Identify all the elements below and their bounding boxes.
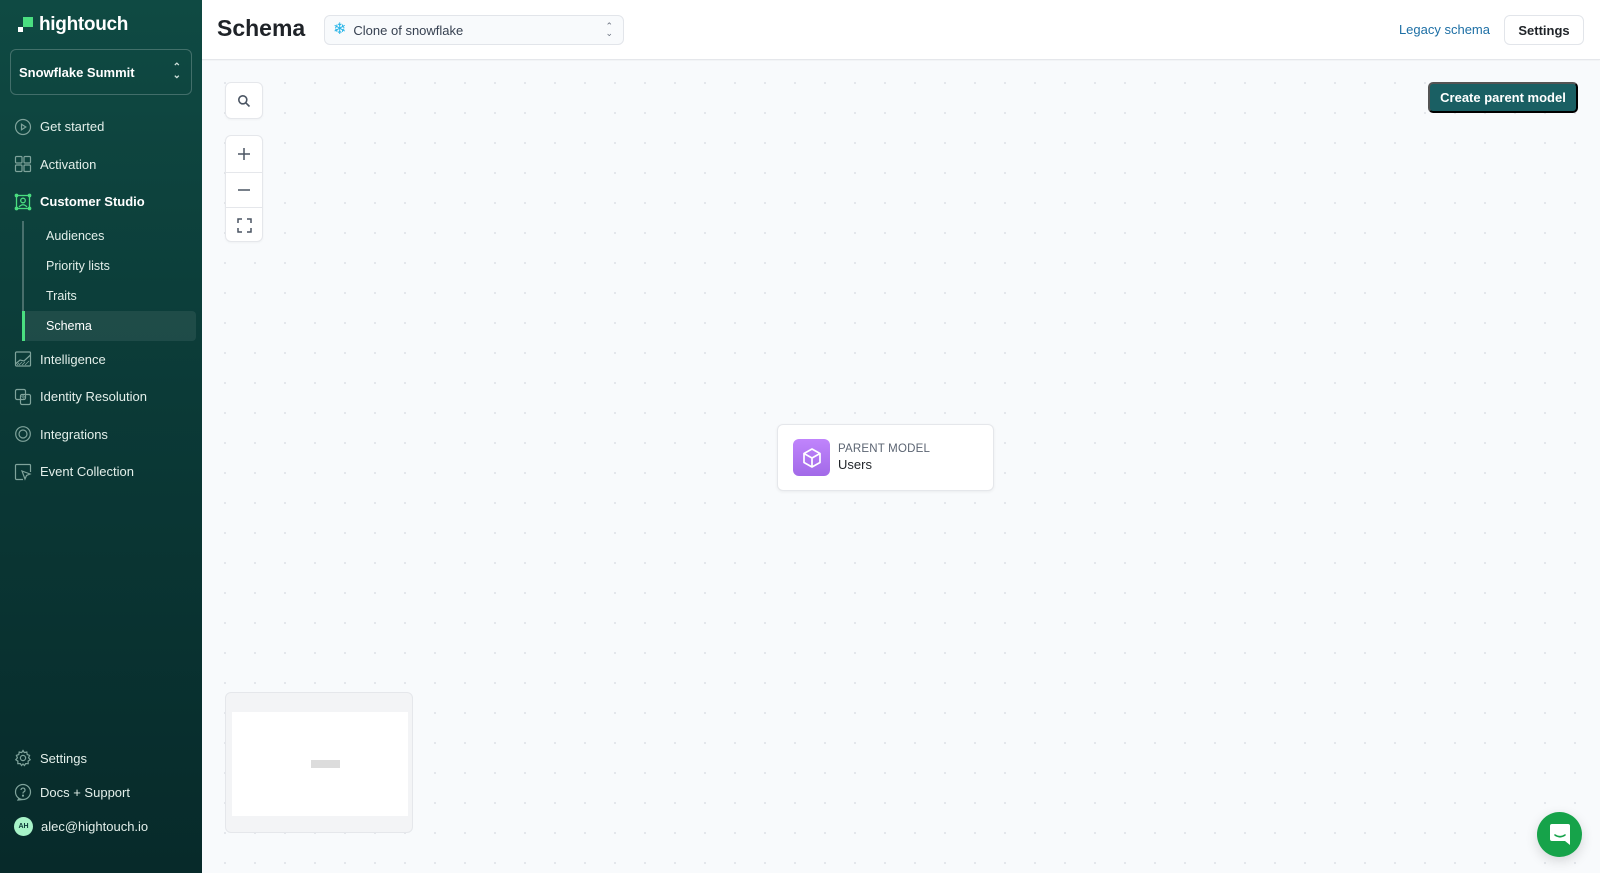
sidebar-item-event-collection[interactable]: Event Collection [0, 453, 202, 491]
sidebar-subitem-traits[interactable]: Traits [22, 281, 196, 311]
source-select-value: Clone of snowflake [353, 22, 464, 38]
gear-icon [14, 749, 32, 767]
avatar: AH [14, 816, 33, 836]
sidebar-item-label: Get started [40, 119, 105, 135]
page-header: Schema ❄ Clone of snowflake ⌃ ⌄ Legacy sc… [202, 0, 1600, 60]
workspace-switcher[interactable]: Snowflake Summit ⌃ ⌄ [10, 49, 192, 95]
plus-icon [238, 147, 250, 160]
sidebar-item-docs-support[interactable]: Docs + Support [0, 775, 202, 809]
sidebar-subitem-label: Priority lists [46, 258, 110, 273]
user-email: alec@hightouch.io [41, 818, 149, 834]
sidebar: hightouch Snowflake Summit ⌃ ⌄ Get starte… [0, 0, 202, 873]
brand-name: hightouch [39, 14, 129, 35]
canvas-search-control [225, 82, 263, 119]
help-circle-icon [14, 783, 32, 801]
sidebar-item-label: Event Collection [40, 464, 134, 480]
sidebar-subitem-audiences[interactable]: Audiences [22, 221, 196, 251]
sidebar-item-label: Activation [40, 156, 97, 172]
page-title: Schema [217, 15, 306, 41]
fit-view-button[interactable] [226, 207, 262, 243]
user-menu[interactable]: AH alec@hightouch.io [0, 809, 202, 843]
legacy-schema-link[interactable]: Legacy schema [1399, 22, 1490, 37]
minimap[interactable] [225, 692, 413, 833]
minimap-node [311, 760, 340, 768]
integrations-icon [14, 425, 32, 443]
sidebar-item-label: Identity Resolution [40, 389, 147, 405]
main-nav: Get started Activation Customer Studio A… [0, 108, 202, 491]
chat-icon [1549, 823, 1570, 845]
fit-view-icon [236, 218, 252, 233]
sidebar-subitem-schema[interactable]: Schema [22, 310, 196, 341]
sidebar-item-intelligence[interactable]: Intelligence [0, 341, 202, 379]
zoom-controls [225, 135, 263, 242]
node-name: Users [838, 457, 872, 472]
hightouch-logo[interactable]: hightouch [17, 14, 128, 36]
sidebar-item-label: Integrations [40, 426, 108, 442]
activation-grid-icon [14, 155, 32, 173]
play-circle-icon [14, 118, 32, 136]
settings-button[interactable]: Settings [1504, 15, 1584, 45]
snowflake-icon: ❄ [333, 21, 347, 38]
search-icon [238, 94, 251, 107]
sidebar-subitem-label: Audiences [46, 228, 105, 243]
customer-studio-subnav: Audiences Priority lists Traits Schema [22, 220, 196, 341]
chevron-up-down-icon: ⌃ ⌄ [605, 21, 613, 38]
sidebar-item-settings[interactable]: Settings [0, 741, 202, 775]
customer-studio-icon [14, 193, 32, 211]
sidebar-item-get-started[interactable]: Get started [0, 108, 202, 146]
event-collection-icon [14, 463, 32, 481]
sidebar-item-integrations[interactable]: Integrations [0, 416, 202, 454]
zoom-in-button[interactable] [226, 136, 262, 172]
intelligence-chart-icon [14, 350, 32, 368]
sidebar-subitem-priority-lists[interactable]: Priority lists [22, 251, 196, 281]
sidebar-subitem-label: Traits [46, 288, 77, 303]
source-select[interactable]: ❄ Clone of snowflake ⌃ ⌄ [324, 15, 624, 45]
canvas-search-button[interactable] [226, 83, 262, 118]
sidebar-item-label: Settings [40, 750, 87, 766]
create-parent-model-button[interactable]: Create parent model [1428, 82, 1578, 113]
identity-resolution-icon [14, 388, 32, 406]
sidebar-subitem-label: Schema [46, 318, 92, 333]
chevron-up-down-icon: ⌃ ⌄ [172, 62, 181, 81]
workspace-name: Snowflake Summit [19, 64, 135, 80]
sidebar-bottom-nav: Settings Docs + Support AH alec@hightouc… [0, 741, 202, 843]
schema-canvas[interactable]: Create parent model PARENT MODEL Users [202, 61, 1600, 873]
cube-icon [793, 439, 830, 476]
minus-icon [238, 189, 250, 191]
sidebar-item-label: Customer Studio [40, 194, 145, 210]
parent-model-node[interactable]: PARENT MODEL Users [777, 424, 994, 491]
sidebar-item-customer-studio[interactable]: Customer Studio [0, 183, 202, 221]
zoom-out-button[interactable] [226, 171, 262, 208]
sidebar-item-label: Docs + Support [40, 784, 130, 800]
minimap-viewport [232, 712, 408, 816]
node-type-label: PARENT MODEL [838, 443, 931, 455]
hightouch-logo-icon [17, 17, 33, 33]
support-chat-button[interactable] [1537, 812, 1582, 857]
sidebar-item-identity-resolution[interactable]: Identity Resolution [0, 378, 202, 416]
sidebar-item-activation[interactable]: Activation [0, 146, 202, 184]
sidebar-item-label: Intelligence [40, 351, 106, 367]
